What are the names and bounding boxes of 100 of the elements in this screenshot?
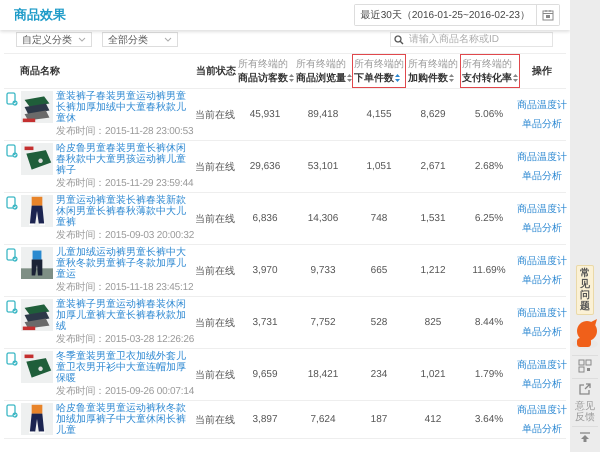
table-cell: 3.64% xyxy=(474,414,504,425)
action-link[interactable]: 单品分析 xyxy=(522,221,562,235)
table-cell: 3,970 xyxy=(252,265,278,276)
sort-icon[interactable] xyxy=(289,74,294,82)
table-cell: 14,306 xyxy=(308,213,338,224)
mobile-check-icon xyxy=(6,92,18,106)
product-title-link[interactable]: 冬季童装男童卫衣加绒外套儿童卫衣男开衫中大童连帽加厚保暖 xyxy=(56,351,194,384)
table-cell: 3,897 xyxy=(252,414,278,425)
table-cell: 2,671 xyxy=(420,161,446,172)
publish-time: 发布时间：2015-11-28 23:00:53 xyxy=(56,126,194,138)
table-cell: 1,212 xyxy=(420,265,446,276)
table-cell: 6.25% xyxy=(474,213,504,224)
table-cell: 3,731 xyxy=(252,317,278,328)
action-link[interactable]: 商品温度计 xyxy=(517,306,567,320)
table-cell: 412 xyxy=(424,414,442,425)
table-cell: 187 xyxy=(370,414,388,425)
action-link[interactable]: 商品温度计 xyxy=(517,403,567,417)
table-cell: 4,155 xyxy=(366,109,392,120)
action-link[interactable]: 单品分析 xyxy=(522,422,562,436)
qr-code-icon xyxy=(578,358,592,372)
mobile-check-icon xyxy=(6,404,18,418)
category-dropdown[interactable]: 全部分类 xyxy=(102,32,178,47)
table-cell: 8,629 xyxy=(420,109,446,120)
table-cell: 1,531 xyxy=(420,213,446,224)
table-cell: 6,836 xyxy=(252,213,278,224)
column-header: 所有终端的 商品浏览量 xyxy=(294,54,354,88)
table-cell: 9,659 xyxy=(252,369,278,380)
status-cell: 当前在线 xyxy=(195,214,235,224)
calendar-icon xyxy=(542,9,554,21)
sort-icon[interactable] xyxy=(449,74,454,82)
qr-code-button[interactable] xyxy=(572,355,598,375)
publish-time: 发布时间：2015-11-18 23:45:12 xyxy=(56,282,194,294)
chevron-down-icon xyxy=(78,37,86,42)
table-cell: 89,418 xyxy=(308,109,338,120)
product-title-link[interactable]: 男童运动裤童装长裤春装新款休闲男童长裤春秋薄款中大儿童裤 xyxy=(56,195,194,228)
status-cell: 当前在线 xyxy=(195,414,235,426)
table-cell: 53,101 xyxy=(308,161,338,172)
table-cell: 1,021 xyxy=(420,369,446,380)
table-cell: 5.06% xyxy=(474,109,504,120)
action-link[interactable]: 单品分析 xyxy=(522,325,562,339)
table-cell: 2.68% xyxy=(474,161,504,172)
mobile-check-icon xyxy=(6,352,18,366)
sort-icon[interactable] xyxy=(395,74,400,82)
table-cell: 7,624 xyxy=(310,414,336,425)
action-link[interactable]: 商品温度计 xyxy=(517,98,567,112)
table-cell: 748 xyxy=(370,213,388,224)
mobile-check-icon xyxy=(6,300,18,314)
back-to-top-icon xyxy=(579,430,591,442)
column-header: 所有终端的 下单件数 xyxy=(352,54,406,88)
status-cell: 当前在线 xyxy=(195,370,235,380)
table-cell: 18,421 xyxy=(308,369,338,380)
table-cell: 665 xyxy=(370,265,388,276)
feedback-button[interactable]: 意见反馈 xyxy=(572,401,598,423)
sort-icon[interactable] xyxy=(513,74,518,82)
status-cell: 当前在线 xyxy=(195,318,235,328)
calendar-button[interactable] xyxy=(536,5,559,25)
column-header: 所有终端的 支付转化率 xyxy=(460,54,520,88)
product-title-link[interactable]: 儿童加绒运动裤男童长裤中大童秋冬款男童裤子冬款加厚儿童运 xyxy=(56,247,194,280)
column-header: 所有终端的 商品访客数 xyxy=(236,54,296,88)
action-link[interactable]: 商品温度计 xyxy=(517,358,567,372)
product-title-link[interactable]: 哈皮鲁男童春装男童长裤休闲春秋款中大童男孩运动裤儿童裤子 xyxy=(56,143,194,176)
product-title-link[interactable]: 童装裤子春装男童运动裤男童长裤加厚加绒中大童春秋款儿童休 xyxy=(56,91,194,124)
table-cell: 45,931 xyxy=(250,109,280,120)
table-cell: 528 xyxy=(370,317,388,328)
column-header: 当前状态 xyxy=(195,64,237,79)
table-cell: 7,752 xyxy=(310,317,336,328)
action-link[interactable]: 商品温度计 xyxy=(517,202,567,216)
action-link[interactable]: 商品温度计 xyxy=(517,150,567,164)
mobile-check-icon xyxy=(6,196,18,210)
publish-time: 发布时间：2015-09-26 00:07:14 xyxy=(56,386,194,398)
table-cell: 8.44% xyxy=(474,317,504,328)
faq-tab[interactable]: 常见问题 xyxy=(576,265,594,315)
action-link[interactable]: 单品分析 xyxy=(522,377,562,391)
publish-time: 发布时间：2015-09-03 20:00:32 xyxy=(56,230,194,242)
table-cell: 234 xyxy=(370,369,388,380)
table-cell: 1,051 xyxy=(366,161,392,172)
search-field[interactable]: 请输入商品名称或ID xyxy=(390,32,553,47)
column-header: 操作 xyxy=(530,64,553,79)
action-link[interactable]: 单品分析 xyxy=(522,117,562,131)
product-title-link[interactable]: 童装裤子男童运动裤春装休闲加厚儿童裤大童长裤春秋款加绒 xyxy=(56,299,194,332)
action-link[interactable]: 商品温度计 xyxy=(517,254,567,268)
status-cell: 当前在线 xyxy=(195,162,235,172)
status-cell: 当前在线 xyxy=(195,110,235,120)
column-header: 所有终端的 加购件数 xyxy=(407,58,459,86)
sort-icon[interactable] xyxy=(347,74,352,82)
action-link[interactable]: 单品分析 xyxy=(522,273,562,287)
table-cell: 11.69% xyxy=(472,265,506,276)
product-title-link[interactable]: 哈皮鲁童装男童运动裤秋冬款加绒加厚裤子中大童休闲长裤儿童 xyxy=(56,403,194,436)
chevron-down-icon xyxy=(164,37,172,42)
category-dropdown[interactable]: 自定义分类 xyxy=(16,32,92,47)
mobile-check-icon xyxy=(6,144,18,158)
action-link[interactable]: 单品分析 xyxy=(522,169,562,183)
publish-time: 发布时间：2015-03-28 12:26:26 xyxy=(56,334,194,346)
table-cell: 1.79% xyxy=(474,369,504,380)
page-title: 商品效果 xyxy=(14,6,66,24)
publish-time: 发布时间：2015-11-29 23:59:44 xyxy=(56,178,194,190)
status-cell: 当前在线 xyxy=(195,266,235,276)
table-cell: 29,636 xyxy=(250,161,280,172)
share-icon xyxy=(578,382,592,396)
column-header: 商品名称 xyxy=(19,64,61,79)
